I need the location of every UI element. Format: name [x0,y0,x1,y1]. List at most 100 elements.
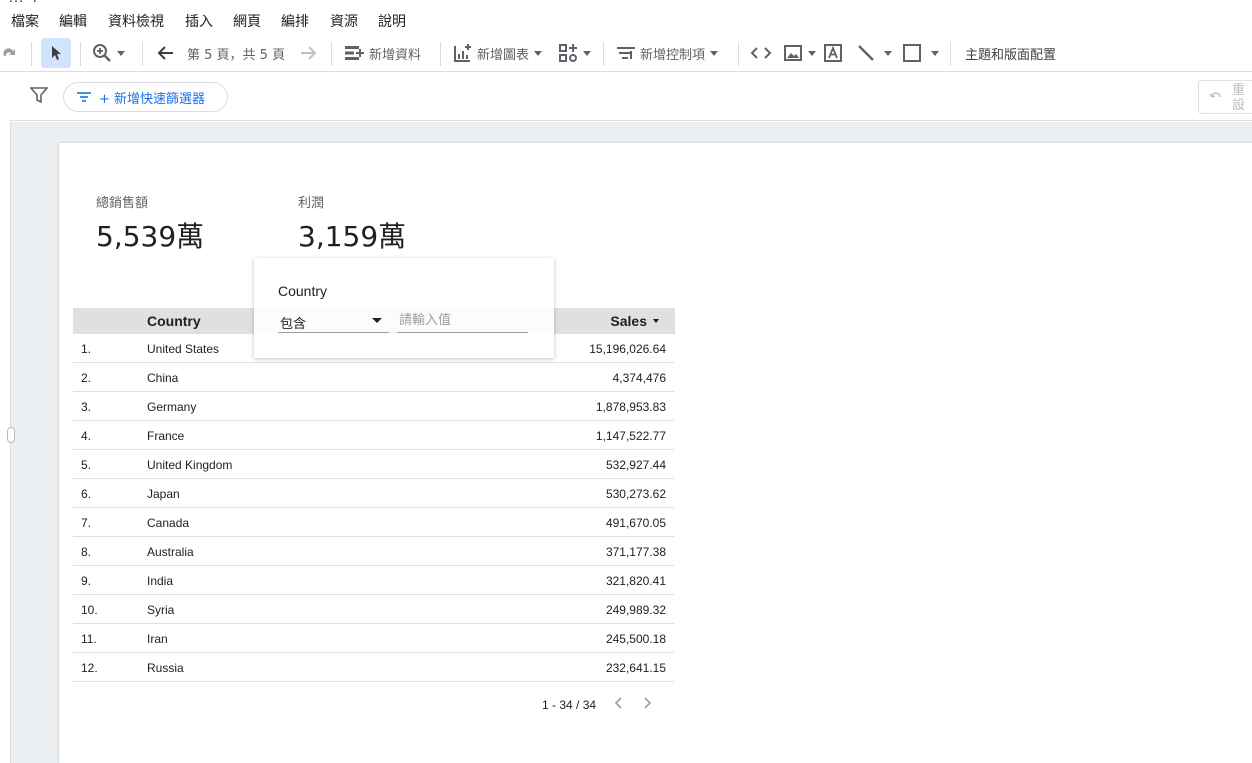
select-tool-button[interactable] [41,38,71,68]
filter-operator-select[interactable]: 包含 [278,311,389,333]
sales-cell: 491,670.05 [605,516,666,530]
country-cell: Syria [147,603,175,617]
add-component-button[interactable] [558,34,591,72]
embed-code-button[interactable] [750,34,772,72]
row-number: 11. [81,632,97,646]
toolbar-divider [440,42,441,66]
next-page-button[interactable] [298,34,318,72]
table-row[interactable]: 3. Germany 1,878,953.83 [73,392,674,421]
reset-button[interactable]: 重設 [1198,80,1252,114]
panel-resize-handle[interactable] [7,427,15,443]
chevron-down-icon [534,50,543,56]
country-cell: France [147,429,185,443]
next-page-table-button[interactable] [642,696,652,713]
country-cell: India [147,574,174,588]
sales-cell: 530,273.62 [605,487,666,501]
chevron-down-icon [583,50,591,56]
row-number: 5. [81,458,92,472]
table-row[interactable]: 2. China 4,374,476 [73,363,674,392]
chevron-down-icon [808,50,816,56]
row-number: 1. [81,342,92,356]
row-number: 10. [81,603,98,617]
menu-edit[interactable]: 編輯 [59,11,87,31]
row-number: 2. [81,371,92,385]
arrow-right-icon [301,46,317,60]
filter-bar: + 新增快速篩選器 重設 [10,73,1252,121]
menu-insert[interactable]: 插入 [185,11,213,31]
row-number: 4. [81,429,92,443]
table-row[interactable]: 11. Iran 245,500.18 [73,624,674,653]
add-chart-icon [454,44,471,62]
add-component-icon [559,44,577,62]
row-number: 8. [81,545,92,559]
menu-file[interactable]: 檔案 [11,11,39,31]
chevron-left-icon [614,697,622,709]
table-row[interactable]: 12. Russia 232,641.15 [73,653,674,682]
scorecard-profit[interactable]: 利潤 3,159萬 [298,192,406,255]
code-icon [750,47,772,59]
column-header-country[interactable]: Country [147,313,201,329]
zoom-in-icon [93,44,111,62]
table-row[interactable]: 8. Australia 371,177.38 [73,537,674,566]
zoom-button[interactable] [92,34,125,72]
table-row[interactable]: 7. Canada 491,670.05 [73,508,674,537]
sales-cell: 4,374,476 [612,371,666,385]
filter-icon[interactable] [29,86,49,109]
scorecard-total-sales[interactable]: 總銷售額 5,539萬 [96,192,204,255]
add-control-button[interactable]: 新增控制項 [616,34,719,72]
table-row[interactable]: 9. India 321,820.41 [73,566,674,595]
previous-page-button[interactable] [156,34,176,72]
sort-descending-icon[interactable] [653,319,659,323]
menu-resource[interactable]: 資源 [330,11,358,31]
chevron-down-icon [710,50,719,56]
line-button[interactable] [856,34,892,72]
sales-cell: 1,147,522.77 [595,429,666,443]
sales-cell: 232,641.15 [605,661,666,675]
sales-cell: 15,196,026.64 [589,342,666,356]
country-cell: Iran [147,632,168,646]
row-number: 9. [81,574,92,588]
toolbar-divider [331,42,332,66]
table-row[interactable]: 5. United Kingdom 532,927.44 [73,450,674,479]
country-cell: China [147,371,179,385]
chevron-down-icon [884,50,892,56]
toolbar-divider [31,42,32,66]
text-box-button[interactable] [823,34,843,72]
country-cell: Japan [147,487,180,501]
theme-layout-button[interactable]: 主題和版面配置 [965,34,1056,72]
filter-list-icon [77,92,91,102]
image-button[interactable] [783,34,816,72]
scorecard-value: 5,539萬 [96,220,205,253]
table-row[interactable]: 10. Syria 249,989.32 [73,595,674,624]
redo-button[interactable] [0,34,18,72]
pagination-label: 1 - 34 / 34 [542,697,597,712]
line-icon [858,45,874,61]
country-sales-table[interactable]: Country Sales 1. United States 15,196,026.… [73,308,675,682]
cursor-icon [52,46,61,60]
text-box-icon [824,44,842,62]
country-cell: Russia [147,661,184,675]
filter-value-input[interactable] [397,309,528,333]
menu-page[interactable]: 網頁 [233,11,261,31]
row-number: 3. [81,400,92,414]
report-title: … . [8,0,39,7]
chevron-down-icon [931,50,939,56]
add-chart-button[interactable]: 新增圖表 [453,34,543,72]
add-data-button[interactable]: 新增資料 [343,34,421,72]
shape-button[interactable] [902,34,939,72]
row-number: 7. [81,516,92,530]
previous-page-table-button[interactable] [614,696,624,713]
table-row[interactable]: 6. Japan 530,273.62 [73,479,674,508]
row-number: 12. [81,661,98,675]
toolbar: 第 5 頁，共 5 頁 新增資料 新增圖表 新增控制項 主題和版面配置 [0,34,1252,72]
menu-view[interactable]: 資料檢視 [108,11,164,31]
reset-label: 重設 [1232,83,1246,113]
image-icon [784,45,802,61]
add-quick-filter-button[interactable]: + 新增快速篩選器 [63,82,228,112]
country-cell: United Kingdom [147,458,233,472]
toolbar-divider [142,42,143,66]
column-header-sales[interactable]: Sales [610,313,647,329]
table-row[interactable]: 4. France 1,147,522.77 [73,421,674,450]
menu-help[interactable]: 說明 [378,11,406,31]
menu-arrange[interactable]: 編排 [281,11,309,31]
